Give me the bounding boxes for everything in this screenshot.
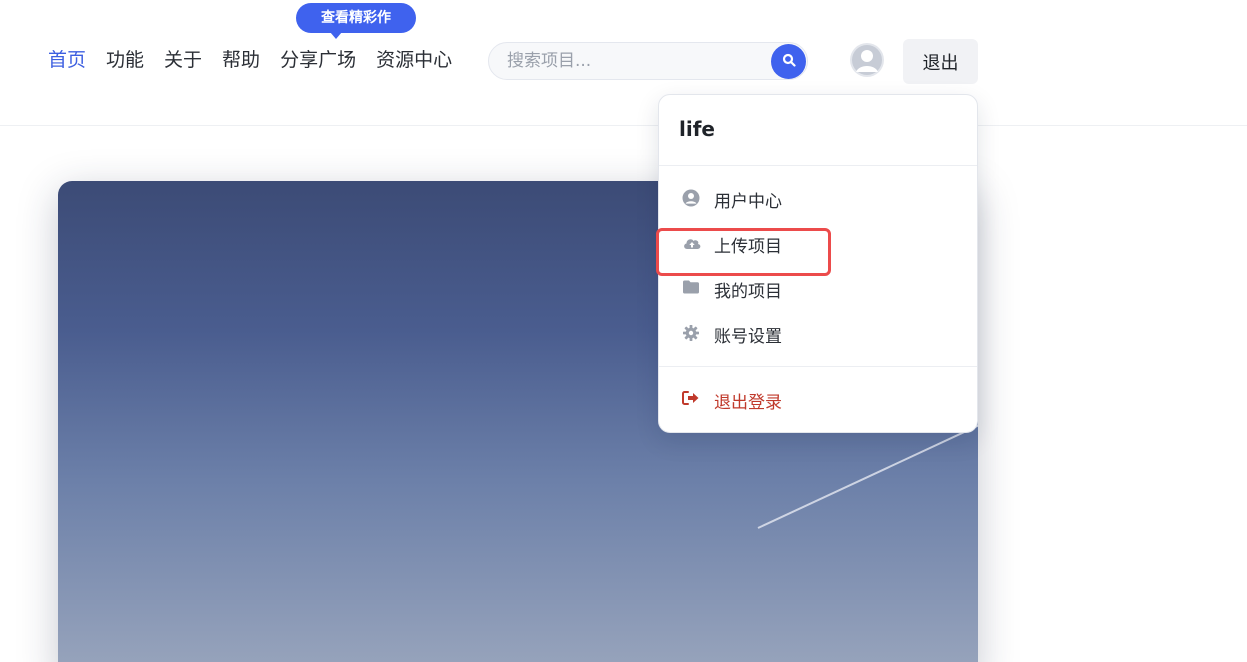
- menu-item-label: 上传项目: [714, 237, 782, 257]
- nav-item-about[interactable]: 关于: [164, 46, 202, 74]
- main-nav: 首页 功能 关于 帮助 分享广场 资源中心: [48, 46, 472, 74]
- menu-item-label: 退出登录: [714, 393, 782, 413]
- nav-item-home[interactable]: 首页: [48, 46, 86, 74]
- gear-icon: [682, 324, 700, 342]
- divider: [659, 366, 977, 367]
- tooltip-arrow: [330, 32, 342, 39]
- search-button[interactable]: [771, 44, 806, 79]
- menu-item-user-center[interactable]: 用户中心: [659, 179, 977, 219]
- folder-icon: [682, 279, 700, 297]
- cloud-upload-icon: [682, 234, 701, 252]
- app-root: 首页 功能 关于 帮助 分享广场 资源中心 查看精彩作 搜索项目... 退出 l…: [0, 0, 1247, 662]
- menu-item-logout[interactable]: 退出登录: [659, 380, 977, 420]
- search-input[interactable]: [507, 43, 757, 79]
- avatar[interactable]: [850, 43, 884, 77]
- nav-item-resource-center[interactable]: 资源中心: [376, 46, 452, 74]
- menu-item-label: 账号设置: [714, 327, 782, 347]
- search-bar: [488, 42, 808, 80]
- nav-item-features[interactable]: 功能: [106, 46, 144, 74]
- user-dropdown-menu: life 用户中心 上传项目 我的项目 账号设置 退出登录: [658, 94, 978, 433]
- logout-button[interactable]: 退出: [903, 39, 978, 84]
- menu-item-account-settings[interactable]: 账号设置: [659, 314, 977, 354]
- share-plaza-tooltip: 查看精彩作: [296, 3, 416, 33]
- menu-item-label: 我的项目: [714, 282, 782, 302]
- user-circle-icon: [682, 189, 700, 207]
- menu-item-label: 用户中心: [714, 192, 782, 212]
- user-avatar-icon: [852, 45, 882, 75]
- menu-item-my-projects[interactable]: 我的项目: [659, 269, 977, 309]
- nav-item-help[interactable]: 帮助: [222, 46, 260, 74]
- nav-item-share-plaza[interactable]: 分享广场: [280, 46, 356, 74]
- top-header: 首页 功能 关于 帮助 分享广场 资源中心 查看精彩作 搜索项目... 退出: [0, 0, 1247, 126]
- sign-out-icon: [682, 390, 700, 408]
- divider: [659, 165, 977, 166]
- menu-item-upload-project[interactable]: 上传项目: [659, 224, 977, 264]
- dropdown-username: life: [679, 117, 715, 141]
- search-icon: [782, 52, 796, 71]
